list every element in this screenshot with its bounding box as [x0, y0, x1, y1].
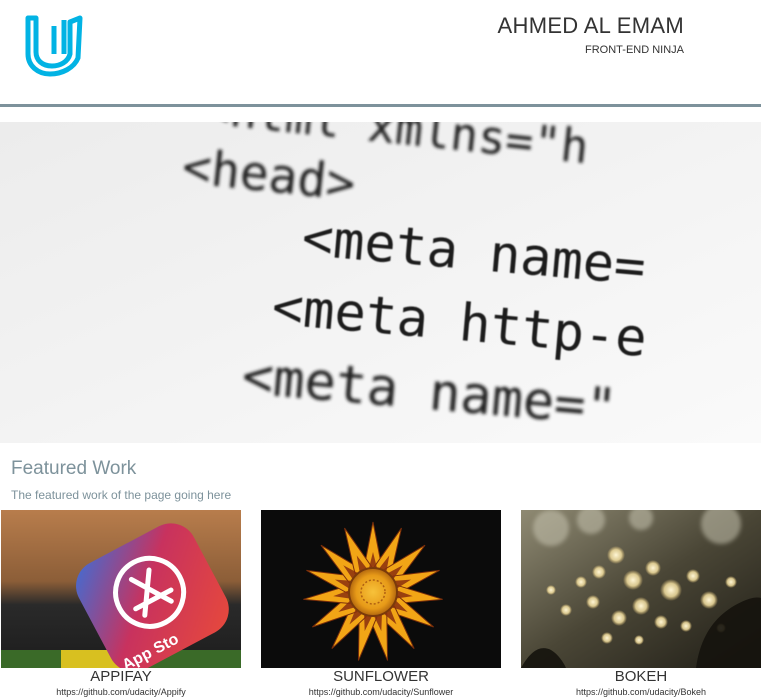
- featured-title: Featured Work: [11, 458, 137, 479]
- featured-item-title: APPIFAY: [90, 668, 152, 685]
- featured-item-link[interactable]: https://github.com/udacity/Bokeh: [521, 687, 761, 697]
- bokeh-lights-image[interactable]: [521, 510, 761, 668]
- hero-image: <html xmlns="h <head> <meta name= <meta …: [0, 122, 761, 443]
- header-divider: [0, 104, 761, 107]
- app-store-icon-image[interactable]: App Sto: [1, 510, 241, 668]
- featured-item-link[interactable]: https://github.com/udacity/Sunflower: [261, 687, 501, 697]
- featured-item-bokeh: BOKEH https://github.com/udacity/Bokeh: [521, 510, 761, 698]
- portfolio-page: AHMED AL EMAM FRONT-END NINJA <html xmln…: [0, 0, 761, 700]
- udacity-logo-icon[interactable]: [22, 14, 86, 78]
- featured-item-title: BOKEH: [614, 668, 668, 685]
- page-subtitle: FRONT-END NINJA: [585, 44, 684, 56]
- page-title: AHMED AL EMAM: [497, 13, 684, 38]
- featured-item-appify: App Sto APPIFAY https://github.com/udaci…: [1, 510, 241, 698]
- featured-item-link[interactable]: https://github.com/udacity/Appify: [1, 687, 241, 697]
- site-header: AHMED AL EMAM FRONT-END NINJA: [0, 0, 761, 108]
- featured-description: The featured work of the page going here: [11, 488, 232, 502]
- sunflower-image[interactable]: [261, 510, 501, 668]
- featured-item-title: SUNFLOWER: [333, 668, 429, 685]
- featured-item-sunflower: SUNFLOWER https://github.com/udacity/Sun…: [261, 510, 501, 698]
